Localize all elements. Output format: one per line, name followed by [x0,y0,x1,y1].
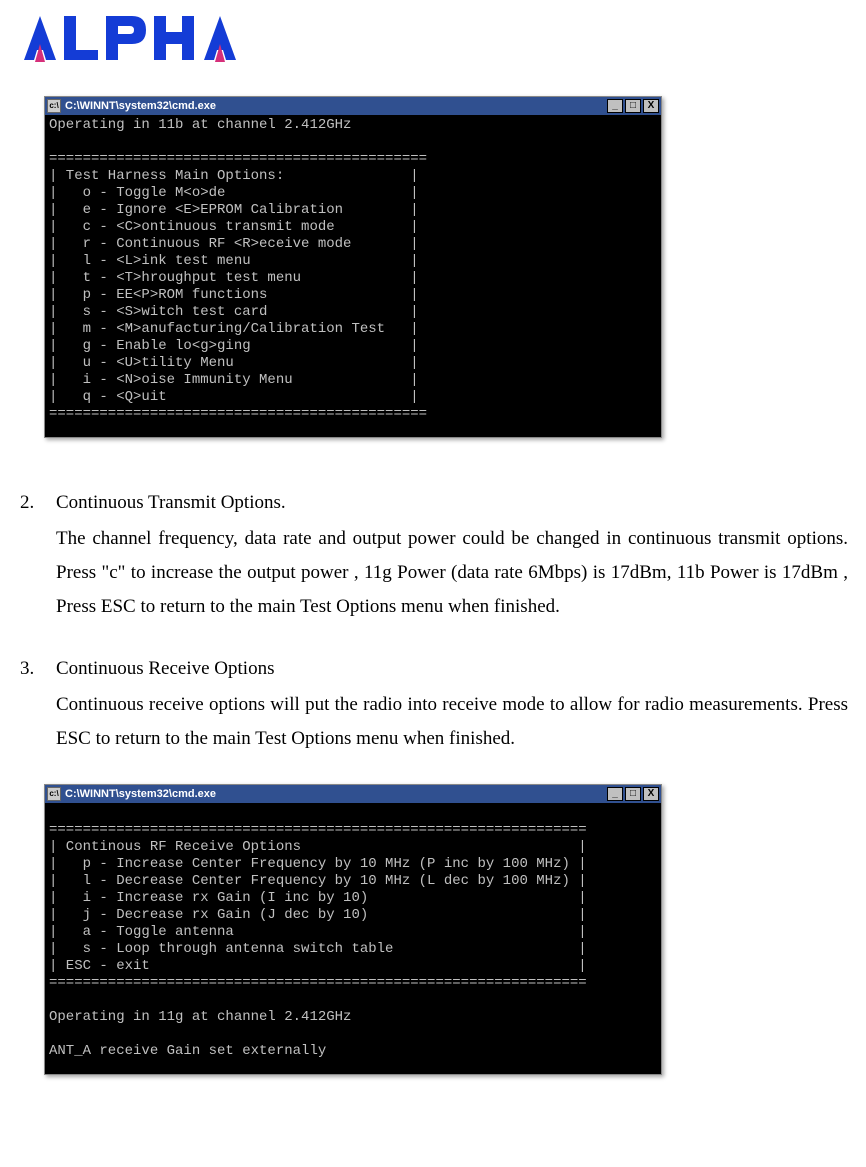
cmd-window-receive-options: c:\ C:\WINNT\system32\cmd.exe _ □ X ====… [44,784,662,1075]
minimize-button[interactable]: _ [607,787,623,801]
cmd-window-main-options: c:\ C:\WINNT\system32\cmd.exe _ □ X Oper… [44,96,662,438]
cmd-titlebar: c:\ C:\WINNT\system32\cmd.exe _ □ X [45,785,661,803]
cmd-titlebar: c:\ C:\WINNT\system32\cmd.exe _ □ X [45,97,661,115]
system-menu-icon: c:\ [47,787,61,801]
minimize-button[interactable]: _ [607,99,623,113]
system-menu-icon: c:\ [47,99,61,113]
item-number: 2. [14,486,56,624]
cmd-title-text: C:\WINNT\system32\cmd.exe [65,100,607,112]
brand-logo [14,10,852,66]
list-item: 3. Continuous Receive Options Continuous… [14,652,852,756]
close-button[interactable]: X [643,787,659,801]
maximize-button[interactable]: □ [625,787,641,801]
item-number: 3. [14,652,56,756]
item-heading: Continuous Receive Options [56,652,848,686]
item-paragraph: Continuous receive options will put the … [56,688,848,756]
close-button[interactable]: X [643,99,659,113]
item-heading: Continuous Transmit Options. [56,486,848,520]
list-item: 2. Continuous Transmit Options. The chan… [14,486,852,624]
maximize-button[interactable]: □ [625,99,641,113]
cmd-body-main-options: Operating in 11b at channel 2.412GHz ===… [45,115,661,437]
cmd-body-receive-options: ========================================… [45,803,661,1074]
cmd-title-text: C:\WINNT\system32\cmd.exe [65,788,607,800]
item-paragraph: The channel frequency, data rate and out… [56,522,848,624]
